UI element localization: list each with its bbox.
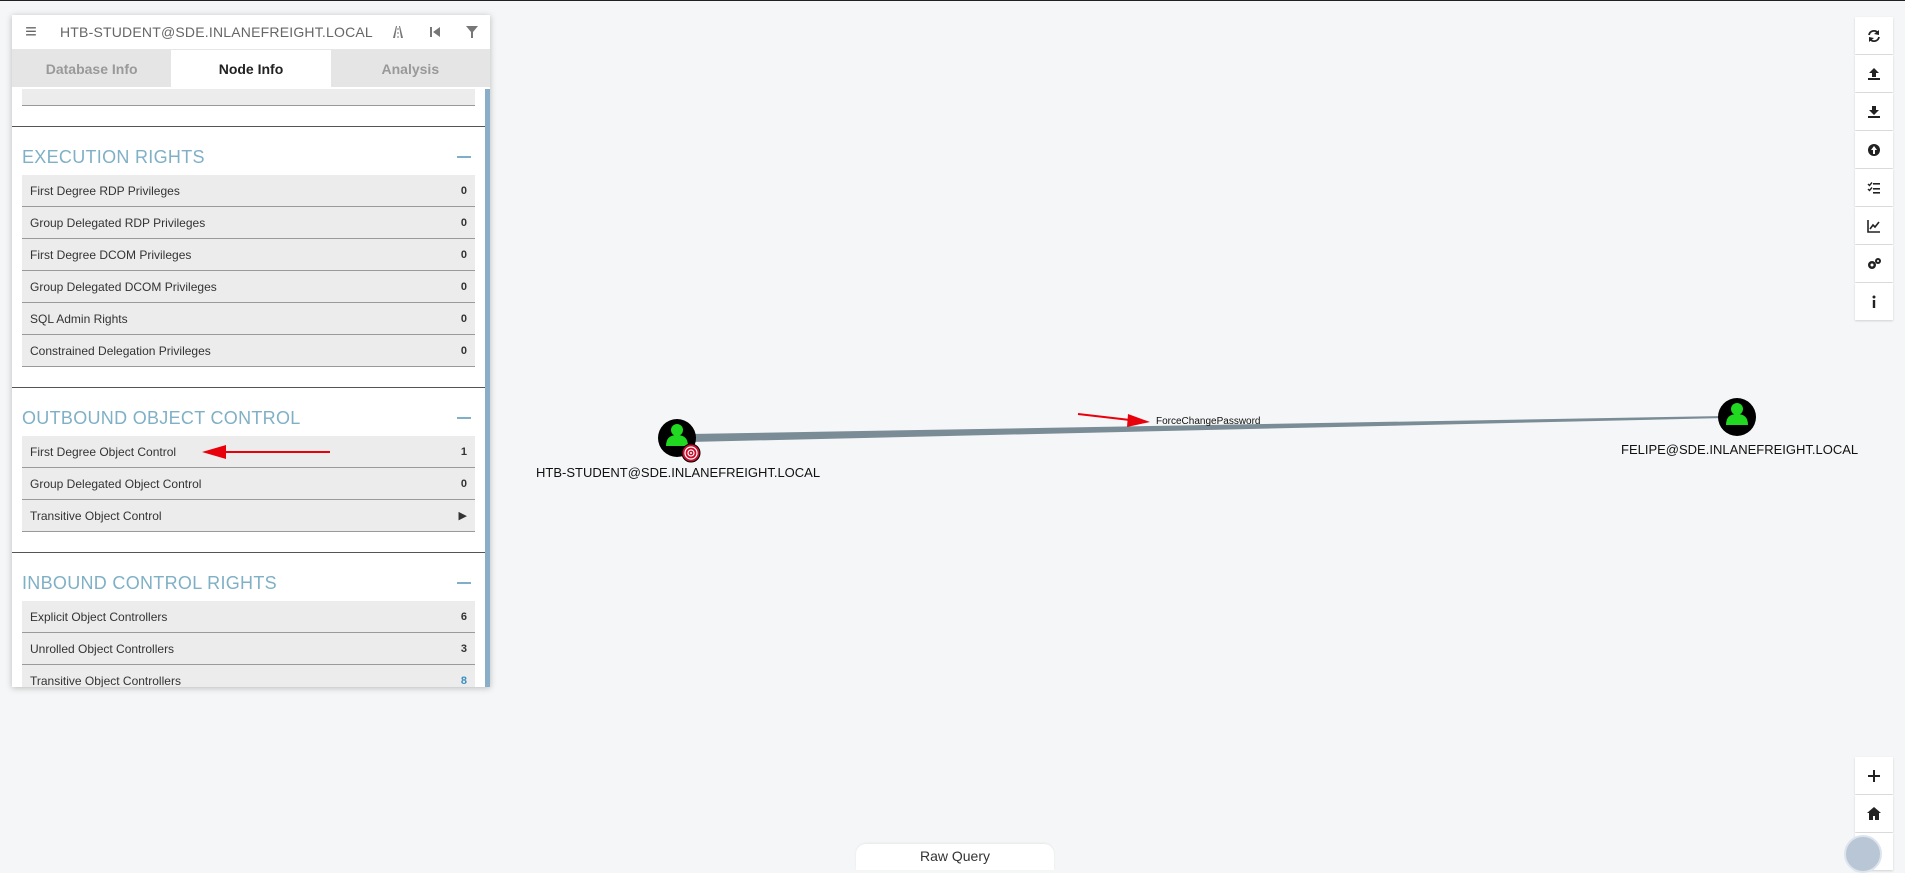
- list-item[interactable]: First Degree DCOM Privileges 0: [22, 239, 475, 271]
- gears-icon[interactable]: [1855, 245, 1893, 282]
- upload-icon[interactable]: [1855, 55, 1893, 92]
- list-item[interactable]: Unrolled Object Controllers 3: [22, 633, 475, 665]
- list-item[interactable]: Group Delegated Object Control 0: [22, 468, 475, 500]
- refresh-icon[interactable]: [1855, 17, 1893, 54]
- list-item[interactable]: Transitive Object Controllers 8: [22, 665, 475, 687]
- list-item[interactable]: First Degree Object Control 1: [22, 436, 475, 468]
- pathfinding-icon[interactable]: [379, 25, 416, 39]
- section-header[interactable]: EXECUTION RIGHTS: [12, 143, 485, 171]
- tab-database-info[interactable]: Database Info: [12, 50, 172, 87]
- clipboard-icon[interactable]: [1844, 835, 1882, 873]
- list-item[interactable]: Constrained Delegation Privileges 0: [22, 335, 475, 367]
- zoom-in-icon[interactable]: [1855, 757, 1893, 794]
- node-info-panel: ≡ HTB-STUDENT@SDE.INLANEFREIGHT.LOCAL Da…: [12, 15, 490, 687]
- section-header[interactable]: INBOUND CONTROL RIGHTS: [12, 569, 485, 597]
- arrow-up-circle-icon[interactable]: [1855, 131, 1893, 168]
- list-item[interactable]: Group Delegated RDP Privileges 0: [22, 207, 475, 239]
- section-execution-rights: EXECUTION RIGHTS First Degree RDP Privil…: [12, 126, 485, 367]
- list-item[interactable]: Group Delegated DCOM Privileges 0: [22, 271, 475, 303]
- section-outbound-object-control: OUTBOUND OBJECT CONTROL First Degree Obj…: [12, 387, 485, 532]
- panel-tabs: Database Info Node Info Analysis: [12, 50, 490, 87]
- tab-node-info[interactable]: Node Info: [171, 50, 331, 87]
- list-item[interactable]: First Degree RDP Privileges 0: [22, 175, 475, 207]
- section-header[interactable]: OUTBOUND OBJECT CONTROL: [12, 404, 485, 432]
- list-item[interactable]: SQL Admin Rights 0: [22, 303, 475, 335]
- hamburger-menu-icon[interactable]: ≡: [12, 21, 50, 44]
- download-icon[interactable]: [1855, 93, 1893, 130]
- collapse-icon[interactable]: [457, 156, 471, 158]
- previous-row: [22, 89, 475, 106]
- target-node-label[interactable]: FELIPE@SDE.INLANEFREIGHT.LOCAL: [1621, 442, 1858, 457]
- checklist-icon[interactable]: [1855, 169, 1893, 206]
- filter-icon[interactable]: [453, 25, 490, 39]
- section-title: INBOUND CONTROL RIGHTS: [22, 572, 277, 593]
- source-node[interactable]: [658, 419, 701, 463]
- expand-arrow-icon[interactable]: ▶: [459, 509, 467, 522]
- list-item[interactable]: Transitive Object Control ▶: [22, 500, 475, 532]
- source-node-label[interactable]: HTB-STUDENT@SDE.INLANEFREIGHT.LOCAL: [536, 465, 820, 480]
- back-icon[interactable]: [416, 26, 453, 38]
- raw-query-button[interactable]: Raw Query: [856, 844, 1054, 870]
- home-icon[interactable]: [1855, 795, 1893, 832]
- section-title: EXECUTION RIGHTS: [22, 146, 205, 167]
- search-input[interactable]: HTB-STUDENT@SDE.INLANEFREIGHT.LOCAL: [50, 24, 379, 40]
- list-item[interactable]: Explicit Object Controllers 6: [22, 601, 475, 633]
- annotation-arrow: [202, 445, 330, 459]
- annotation-arrow-edge: [1077, 413, 1150, 427]
- info-icon[interactable]: [1855, 283, 1893, 320]
- panel-scroll-area[interactable]: EXECUTION RIGHTS First Degree RDP Privil…: [12, 89, 490, 687]
- target-node[interactable]: [1718, 398, 1756, 436]
- section-inbound-control-rights: INBOUND CONTROL RIGHTS Explicit Object C…: [12, 552, 485, 687]
- target-icon: [681, 443, 701, 463]
- collapse-icon[interactable]: [457, 582, 471, 584]
- tab-analysis[interactable]: Analysis: [330, 50, 490, 87]
- collapse-icon[interactable]: [457, 417, 471, 419]
- search-bar: ≡ HTB-STUDENT@SDE.INLANEFREIGHT.LOCAL: [12, 15, 490, 50]
- section-title: OUTBOUND OBJECT CONTROL: [22, 407, 301, 428]
- right-toolbar: [1855, 17, 1893, 321]
- chart-line-icon[interactable]: [1855, 207, 1893, 244]
- edge-label[interactable]: ForceChangePassword: [1156, 416, 1261, 427]
